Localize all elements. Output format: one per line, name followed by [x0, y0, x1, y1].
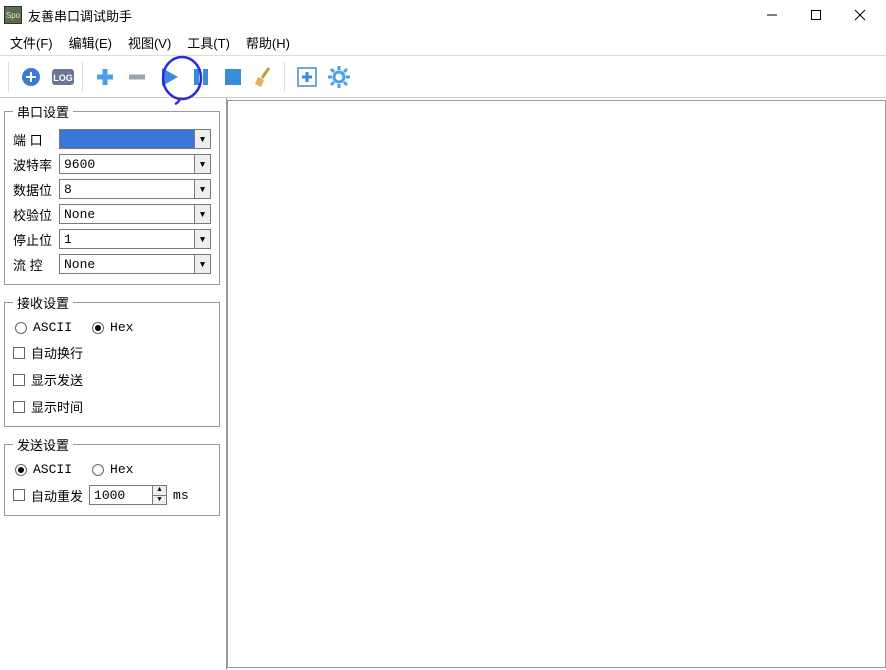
port-combo[interactable]: ▾ — [59, 129, 211, 149]
minus-button[interactable] — [122, 62, 152, 92]
showtime-label: 显示时间 — [31, 397, 83, 416]
flow-combo[interactable]: None ▾ — [59, 254, 211, 274]
send-ascii-label: ASCII — [33, 462, 72, 477]
autoresend-checkbox[interactable]: 自动重发 — [13, 486, 83, 505]
pause-button[interactable] — [186, 62, 216, 92]
menu-edit[interactable]: 编辑(E) — [63, 31, 118, 54]
pause-icon — [190, 66, 212, 88]
autowrap-label: 自动换行 — [31, 343, 83, 362]
plus-button[interactable] — [90, 62, 120, 92]
new-icon — [20, 66, 42, 88]
autowrap-checkbox[interactable]: 自动换行 — [13, 343, 211, 362]
parity-value: None — [64, 207, 95, 222]
app-icon: Spo — [4, 6, 22, 24]
svg-text:LOG: LOG — [53, 73, 73, 83]
play-icon — [158, 66, 180, 88]
send-hex-label: Hex — [110, 462, 133, 477]
play-button[interactable] — [154, 62, 184, 92]
stopbits-value: 1 — [64, 232, 72, 247]
add-panel-button[interactable] — [292, 62, 322, 92]
chevron-down-icon: ▾ — [194, 180, 210, 198]
showtime-checkbox[interactable]: 显示时间 — [13, 397, 211, 416]
stopbits-label: 停止位 — [13, 230, 59, 249]
close-icon — [854, 9, 866, 21]
menu-file[interactable]: 文件(F) — [4, 31, 59, 54]
autoresend-label: 自动重发 — [31, 486, 83, 505]
baud-combo[interactable]: 9600 ▾ — [59, 154, 211, 174]
log-button[interactable]: LOG — [48, 62, 78, 92]
parity-label: 校验位 — [13, 205, 59, 224]
interval-spinbox[interactable]: 1000 ▲▼ — [89, 485, 167, 505]
minimize-icon — [766, 9, 778, 21]
left-settings-panel: 串口设置 端 口 ▾ 波特率 9600 ▾ 数据位 — [0, 98, 227, 670]
send-settings-legend: 发送设置 — [13, 435, 73, 454]
showsend-checkbox[interactable]: 显示发送 — [13, 370, 211, 389]
new-button[interactable] — [16, 62, 46, 92]
minus-icon — [126, 66, 148, 88]
menu-tools[interactable]: 工具(T) — [181, 31, 236, 54]
stop-button[interactable] — [218, 62, 248, 92]
recv-hex-radio[interactable]: Hex — [92, 320, 133, 335]
titlebar: Spo 友善串口调试助手 — [0, 0, 886, 30]
chevron-down-icon: ▾ — [194, 255, 210, 273]
menubar: 文件(F) 编辑(E) 视图(V) 工具(T) 帮助(H) — [0, 30, 886, 56]
chevron-down-icon: ▾ — [194, 155, 210, 173]
recv-ascii-label: ASCII — [33, 320, 72, 335]
baud-label: 波特率 — [13, 155, 59, 174]
main-body: 串口设置 端 口 ▾ 波特率 9600 ▾ 数据位 — [0, 98, 886, 670]
recv-settings-legend: 接收设置 — [13, 293, 73, 312]
close-button[interactable] — [838, 1, 882, 29]
gear-icon — [327, 65, 351, 89]
flow-value: None — [64, 257, 95, 272]
baud-value: 9600 — [64, 157, 95, 172]
spin-up-icon[interactable]: ▲ — [152, 486, 166, 496]
databits-value: 8 — [64, 182, 72, 197]
serial-settings-group: 串口设置 端 口 ▾ 波特率 9600 ▾ 数据位 — [4, 102, 220, 285]
port-label: 端 口 — [13, 130, 59, 149]
clear-button[interactable] — [250, 62, 280, 92]
databits-label: 数据位 — [13, 180, 59, 199]
minimize-button[interactable] — [750, 1, 794, 29]
send-settings-group: 发送设置 ASCII Hex 自动重发 1000 ▲▼ ms — [4, 435, 220, 516]
menu-help[interactable]: 帮助(H) — [240, 31, 296, 54]
broom-icon — [254, 66, 276, 88]
output-area[interactable] — [227, 100, 886, 668]
serial-settings-legend: 串口设置 — [13, 102, 73, 121]
window-title: 友善串口调试助手 — [28, 6, 132, 25]
interval-unit: ms — [173, 488, 189, 503]
toolbar: LOG — [0, 56, 886, 98]
recv-ascii-radio[interactable]: ASCII — [15, 320, 72, 335]
chevron-down-icon: ▾ — [194, 130, 210, 148]
spin-down-icon[interactable]: ▼ — [152, 496, 166, 505]
maximize-icon — [810, 9, 822, 21]
send-hex-radio[interactable]: Hex — [92, 462, 133, 477]
databits-combo[interactable]: 8 ▾ — [59, 179, 211, 199]
stop-icon — [222, 66, 244, 88]
send-ascii-radio[interactable]: ASCII — [15, 462, 72, 477]
plus-icon — [94, 66, 116, 88]
settings-button[interactable] — [324, 62, 354, 92]
recv-hex-label: Hex — [110, 320, 133, 335]
menu-view[interactable]: 视图(V) — [122, 31, 177, 54]
showsend-label: 显示发送 — [31, 370, 83, 389]
log-icon: LOG — [51, 66, 75, 88]
app-window: Spo 友善串口调试助手 文件(F) 编辑(E) 视图(V) 工具(T) 帮助(… — [0, 0, 886, 670]
stopbits-combo[interactable]: 1 ▾ — [59, 229, 211, 249]
chevron-down-icon: ▾ — [194, 230, 210, 248]
maximize-button[interactable] — [794, 1, 838, 29]
recv-settings-group: 接收设置 ASCII Hex 自动换行 显示发送 显示时间 — [4, 293, 220, 427]
chevron-down-icon: ▾ — [194, 205, 210, 223]
flow-label: 流 控 — [13, 255, 59, 274]
parity-combo[interactable]: None ▾ — [59, 204, 211, 224]
interval-value: 1000 — [94, 488, 125, 503]
add-panel-icon — [296, 66, 318, 88]
